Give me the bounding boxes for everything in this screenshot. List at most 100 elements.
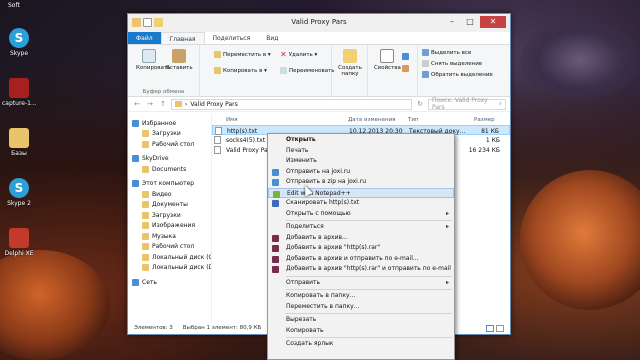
- context-menu-item[interactable]: Изменить: [268, 156, 454, 167]
- nav-item[interactable]: Локальный диск (C: [128, 252, 211, 263]
- nav-item[interactable]: Локальный диск (D: [128, 263, 211, 274]
- menu-separator: [286, 337, 452, 338]
- paste-button[interactable]: Вставить: [166, 49, 193, 71]
- back-button[interactable]: ←: [132, 100, 142, 108]
- context-menu-item[interactable]: Вырезать: [268, 315, 454, 326]
- context-menu-item[interactable]: Поделиться ▸: [268, 222, 454, 233]
- nav-root-icon: [132, 155, 139, 163]
- text-file-icon: [214, 146, 221, 154]
- context-menu-item[interactable]: Создать ярлык: [268, 339, 454, 350]
- properties-button[interactable]: Свойства: [374, 49, 401, 71]
- desktop-icon-delphi[interactable]: Delphi XE: [2, 228, 36, 257]
- nav-item[interactable]: Этот компьютер: [128, 179, 211, 190]
- nav-item-label: Загрузки: [152, 130, 181, 138]
- maximize-button[interactable]: □: [462, 16, 478, 28]
- nav-item[interactable]: Рабочий стол: [128, 242, 211, 253]
- copy-to-button[interactable]: Копировать в ▾: [214, 67, 267, 74]
- forward-button[interactable]: →: [145, 100, 155, 108]
- up-button[interactable]: ↑: [158, 100, 168, 108]
- column-size[interactable]: Размер: [474, 117, 495, 123]
- new-folder-label: Создать папку: [338, 65, 362, 77]
- nav-item-label: Сеть: [142, 278, 157, 286]
- delete-icon: ✕: [280, 50, 287, 59]
- tiles-view-icon[interactable]: [496, 324, 504, 332]
- context-menu-item[interactable]: Переместить в папку...: [268, 302, 454, 313]
- details-view-icon[interactable]: [486, 324, 494, 332]
- context-menu-item[interactable]: Копировать: [268, 326, 454, 337]
- column-name[interactable]: Имя: [226, 117, 238, 123]
- wallpaper-pumpkin-right: [520, 170, 640, 310]
- desktop-icon-skype2[interactable]: S Skype 2: [2, 178, 36, 207]
- tab-home[interactable]: Главная: [160, 32, 205, 44]
- deselect-button[interactable]: Снять выделение: [422, 60, 482, 67]
- file-name: http(s).txt: [227, 128, 258, 135]
- desktop-icon-capture[interactable]: capture-1...: [2, 78, 37, 107]
- nav-item[interactable]: Документы: [128, 200, 211, 211]
- address-bar[interactable]: › Valid Proxy Pars: [171, 98, 412, 110]
- clipboard-group-label: Буфер обмена: [142, 89, 185, 95]
- context-menu-item[interactable]: Добавить в архив "http(s).rar": [268, 243, 454, 254]
- context-menu-item[interactable]: Отправить в zip на joxi.ru: [268, 177, 454, 188]
- tab-view[interactable]: Вид: [258, 32, 286, 44]
- context-menu-item[interactable]: Отправить на joxi.ru: [268, 167, 454, 178]
- file-size: 81 КБ: [481, 128, 499, 135]
- nav-item[interactable]: SkyDrive: [128, 154, 211, 165]
- nav-item[interactable]: Загрузки: [128, 210, 211, 221]
- edit-button[interactable]: [402, 65, 409, 72]
- tab-file[interactable]: Файл: [128, 32, 161, 44]
- rename-button[interactable]: Переименовать: [280, 67, 335, 74]
- context-menu-item[interactable]: Добавить в архив...: [268, 233, 454, 244]
- menu-separator: [286, 275, 452, 277]
- nav-item[interactable]: Музыка: [128, 231, 211, 242]
- invert-selection-label: Обратить выделение: [431, 71, 493, 78]
- context-menu-item[interactable]: Сканировать http(s).txt: [268, 198, 454, 209]
- context-menu-item[interactable]: Добавить в архив "http(s).rar" и отправи…: [268, 264, 454, 275]
- search-input[interactable]: Поиск: Valid Proxy Pars ⌕: [428, 97, 506, 111]
- copy-button[interactable]: Копировать: [136, 49, 170, 71]
- nav-item[interactable]: Сеть: [128, 277, 211, 288]
- menu-item-label: Добавить в архив "http(s).rar": [286, 244, 381, 251]
- address-path: Valid Proxy Pars: [190, 100, 238, 108]
- menu-item-icon: [272, 245, 279, 252]
- context-menu-item[interactable]: Отправить ▸: [268, 278, 454, 289]
- context-menu-item[interactable]: Открыть: [268, 135, 454, 146]
- folder-icon: [9, 128, 29, 148]
- nav-item[interactable]: Загрузки: [128, 129, 211, 140]
- text-file-icon: [215, 127, 222, 135]
- invert-selection-button[interactable]: Обратить выделение: [422, 71, 493, 78]
- search-placeholder: Поиск: Valid Proxy Pars: [432, 97, 488, 111]
- nav-item[interactable]: Рабочий стол: [128, 139, 211, 150]
- title-bar: Valid Proxy Pars – □ ✕: [128, 14, 510, 32]
- desktop-icon-label: Delphi XE: [4, 250, 34, 257]
- nav-item[interactable]: Видео: [128, 189, 211, 200]
- nav-item[interactable]: Documents: [128, 164, 211, 175]
- nav-item-label: Загрузки: [152, 211, 181, 219]
- tab-share[interactable]: Поделиться: [205, 32, 259, 44]
- minimize-button[interactable]: –: [444, 16, 460, 28]
- select-all-button[interactable]: Выделить все: [422, 49, 471, 56]
- nav-item-label: Документы: [152, 201, 188, 209]
- refresh-button[interactable]: ↻: [415, 100, 425, 108]
- delete-button[interactable]: ✕ Удалить ▾: [280, 50, 317, 59]
- close-button[interactable]: ✕: [480, 16, 506, 28]
- open-button[interactable]: [402, 53, 409, 60]
- column-date[interactable]: Дата изменения: [348, 117, 395, 123]
- new-folder-icon: [343, 49, 357, 63]
- desktop-icon-skype[interactable]: S Skype: [2, 28, 36, 57]
- desktop-icon-bazy[interactable]: Базы: [2, 128, 36, 157]
- column-type[interactable]: Тип: [408, 117, 419, 123]
- menu-item-label: Копировать в папку...: [286, 292, 356, 299]
- context-menu-item[interactable]: Открыть с помощью ▸: [268, 209, 454, 220]
- context-menu-item[interactable]: Добавить в архив и отправить по e-mail..…: [268, 254, 454, 265]
- folder-icon: [142, 190, 149, 198]
- menu-item-label: Переместить в папку...: [286, 302, 360, 310]
- nav-item[interactable]: Изображения: [128, 221, 211, 232]
- menu-item-icon: [272, 266, 279, 273]
- new-folder-button[interactable]: Создать папку: [337, 49, 363, 77]
- context-menu-item[interactable]: Edit with Notepad++: [268, 187, 454, 198]
- nav-root-icon: [132, 119, 139, 127]
- nav-item[interactable]: Избранное: [128, 118, 211, 129]
- move-to-button[interactable]: Переместить в ▾: [214, 51, 271, 58]
- context-menu-item[interactable]: Копировать в папку...: [268, 291, 454, 302]
- context-menu-item[interactable]: Печать: [268, 146, 454, 157]
